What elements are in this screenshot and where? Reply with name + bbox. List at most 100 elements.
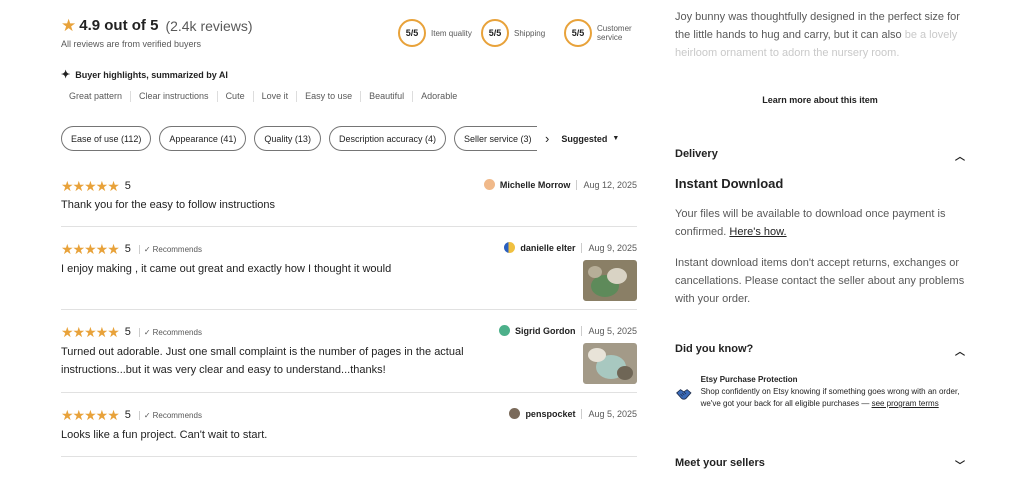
metric-score: 5/5 <box>481 19 509 47</box>
sparkle-icon: ✦ <box>61 69 71 81</box>
review-text: Thank you for the easy to follow instruc… <box>61 199 275 211</box>
star-icon: ★★★★★ <box>61 407 120 423</box>
review-date: Aug 9, 2025 <box>581 242 637 253</box>
reviewer-meta: Michelle Morrow Aug 12, 2025 <box>483 179 637 190</box>
star-icon: ★★★★★ <box>61 324 120 340</box>
highlight-item[interactable]: Cute <box>216 91 253 102</box>
filter-chip-seller-service[interactable]: Seller service (3) <box>453 126 537 151</box>
highlight-list: Great pattern Clear instructions Cute Lo… <box>61 91 465 102</box>
avatar <box>509 408 521 419</box>
review-photo-image <box>583 260 637 301</box>
metric-label: Shipping <box>514 28 546 38</box>
avatar <box>498 325 510 336</box>
filter-chip-quality[interactable]: Quality (13) <box>254 126 321 151</box>
ai-highlights-title: Buyer highlights, summarized by AI <box>75 69 228 80</box>
purchase-protection: Etsy Purchase Protection Shop confidentl… <box>675 374 975 410</box>
review-photo[interactable] <box>583 260 637 301</box>
review-text: Looks like a fun project. Can't wait to … <box>61 429 268 441</box>
recommends-label: Recommends <box>152 410 202 420</box>
highlight-item[interactable]: Love it <box>252 91 297 102</box>
avatar <box>504 242 516 253</box>
rating-score: 4.9 out of 5 <box>79 17 159 34</box>
highlight-item[interactable]: Great pattern <box>61 91 130 102</box>
review-item: ★★★★★ 5 ✓ Recommends Sigrid Gordon Aug 5,… <box>61 325 637 393</box>
ai-highlights-heading: ✦ Buyer highlights, summarized by AI <box>61 68 228 81</box>
recommends-badge: ✓ Recommends <box>138 244 202 254</box>
avatar <box>483 179 495 190</box>
review-item: ★★★★★ 5 ✓ Recommends penspocket Aug 5, 20… <box>61 408 637 457</box>
review-photo[interactable] <box>583 343 637 384</box>
review-stars: ★★★★★ 5 ✓ Recommends <box>61 325 202 339</box>
highlight-item[interactable]: Beautiful <box>360 91 412 102</box>
review-text: Turned out adorable. Just one small comp… <box>61 346 464 376</box>
metric-shipping: 5/5 Shipping <box>481 19 558 47</box>
protection-title: Etsy Purchase Protection <box>700 375 798 384</box>
item-details-panel: Joy bunny was thoughtfully designed in t… <box>675 0 975 482</box>
did-you-know-title: Did you know? <box>675 343 754 355</box>
review-item: ★★★★★ 5 Michelle Morrow Aug 12, 2025 Tha… <box>61 179 637 227</box>
delivery-title: Delivery <box>675 148 718 160</box>
star-icon: ★★★★★ <box>61 241 120 257</box>
did-you-know-header[interactable]: Did you know? ︿ <box>675 343 965 358</box>
delivery-text: Your files will be available to download… <box>675 208 946 238</box>
metric-item-quality: 5/5 Item quality <box>398 19 475 47</box>
reviewer-name[interactable]: danielle elter <box>520 243 575 253</box>
review-rating: 5 <box>124 326 131 338</box>
review-text: I enjoy making , it came out great and e… <box>61 263 392 275</box>
delivery-header[interactable]: Delivery ︿ <box>675 148 965 163</box>
chevron-right-icon[interactable]: › <box>545 131 549 146</box>
reviewer-meta: danielle elter Aug 9, 2025 <box>504 242 637 253</box>
verified-note: All reviews are from verified buyers <box>61 39 202 49</box>
heres-how-link[interactable]: Here's how. <box>729 226 786 238</box>
review-date: Aug 5, 2025 <box>581 325 637 336</box>
check-icon: ✓ <box>143 327 151 337</box>
recommends-badge: ✓ Recommends <box>138 410 202 420</box>
review-rating: 5 <box>124 243 131 255</box>
highlight-item[interactable]: Easy to use <box>296 91 360 102</box>
chevron-up-icon: ︿ <box>955 347 965 358</box>
highlight-item[interactable]: Clear instructions <box>130 91 217 102</box>
chevron-up-icon: ︿ <box>955 152 965 163</box>
recommends-label: Recommends <box>152 327 202 337</box>
reviewer-name[interactable]: Sigrid Gordon <box>515 326 576 336</box>
review-date: Aug 12, 2025 <box>576 179 637 190</box>
recommends-label: Recommends <box>152 244 202 254</box>
metric-label: Customer service <box>597 24 632 42</box>
star-icon: ★★★★★ <box>61 178 120 194</box>
reviews-panel: ★ 4.9 out of 5 (2.4k reviews) All review… <box>61 0 637 482</box>
review-stars: ★★★★★ 5 ✓ Recommends <box>61 242 202 256</box>
item-description: Joy bunny was thoughtfully designed in t… <box>675 8 970 62</box>
recommends-badge: ✓ Recommends <box>138 327 202 337</box>
program-terms-link[interactable]: see program terms <box>872 399 939 408</box>
learn-more-button[interactable]: Learn more about this item <box>675 95 965 105</box>
review-rating: 5 <box>124 409 131 421</box>
instant-download-heading: Instant Download <box>675 176 784 191</box>
reviewer-name[interactable]: penspocket <box>525 409 575 419</box>
review-photo-image <box>583 343 637 384</box>
protection-text: Etsy Purchase Protection Shop confidentl… <box>701 374 975 410</box>
rating-metrics: 5/5 Item quality 5/5 Shipping 5/5 Custom… <box>398 19 647 47</box>
check-icon: ✓ <box>143 410 151 420</box>
reviewer-meta: Sigrid Gordon Aug 5, 2025 <box>498 325 637 336</box>
highlight-item[interactable]: Adorable <box>412 91 465 102</box>
meet-sellers-header[interactable]: Meet your sellers ﹀ <box>675 457 965 472</box>
filter-chip-ease-of-use[interactable]: Ease of use (112) <box>61 126 152 151</box>
star-icon: ★ <box>61 16 77 35</box>
filter-chip-appearance[interactable]: Appearance (41) <box>159 126 247 151</box>
rating-summary: ★ 4.9 out of 5 (2.4k reviews) <box>61 17 253 34</box>
metric-score: 5/5 <box>564 19 592 47</box>
meet-sellers-title: Meet your sellers <box>675 457 765 469</box>
check-icon: ✓ <box>143 244 151 254</box>
reviewer-name[interactable]: Michelle Morrow <box>500 180 571 190</box>
metric-label: Item quality <box>431 28 472 38</box>
review-stars: ★★★★★ 5 <box>61 179 131 193</box>
filter-chip-description-accuracy[interactable]: Description accuracy (4) <box>328 126 446 151</box>
metric-customer-service: 5/5 Customer service <box>564 19 641 47</box>
sort-dropdown[interactable]: Suggested ▼ <box>561 134 619 144</box>
review-count: (2.4k reviews) <box>165 17 253 34</box>
review-rating: 5 <box>124 180 131 192</box>
review-item: ★★★★★ 5 ✓ Recommends danielle elter Aug 9… <box>61 242 637 310</box>
returns-info: Instant download items don't accept retu… <box>675 257 965 305</box>
chevron-down-icon: ﹀ <box>955 461 965 472</box>
handshake-icon <box>675 385 693 403</box>
